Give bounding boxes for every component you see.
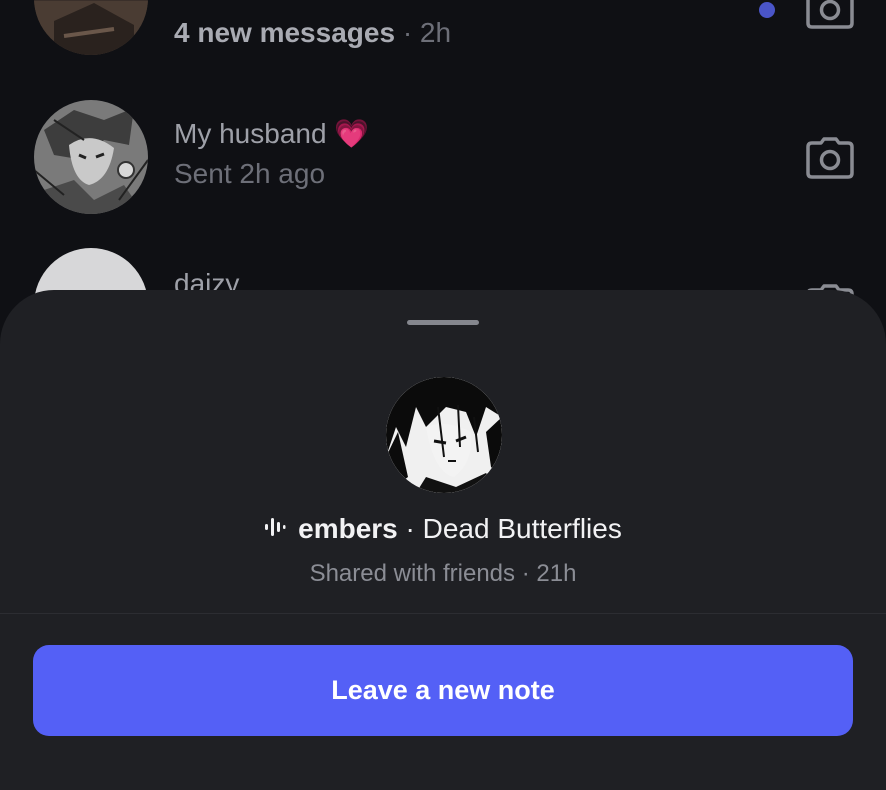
shared-label: Shared with friends [309, 560, 516, 587]
avatar[interactable] [34, 100, 148, 214]
list-item[interactable]: My husband 💗 Sent 2h ago [0, 98, 886, 228]
unread-indicator [759, 2, 775, 18]
message-subtitle: Sent 2h ago [174, 158, 326, 189]
artist-name: embers [298, 513, 398, 544]
separator: · [405, 513, 415, 544]
leave-new-note-button[interactable]: Leave a new note [33, 645, 853, 736]
audio-bars-icon [264, 512, 286, 546]
note-avatar [386, 377, 502, 493]
note-bottom-sheet: embers · Dead Butterflies Shared with fr… [0, 290, 886, 790]
song-title: Dead Butterflies [422, 513, 622, 544]
separator: · [402, 17, 413, 48]
divider [0, 613, 886, 614]
note-song-info: embers · Dead Butterflies [0, 512, 886, 546]
heart-emoji: 💗 [334, 118, 370, 149]
shared-time: 21h [536, 560, 577, 587]
message-subtitle: 4 new messages [174, 17, 396, 48]
message-preview: 4 new messages · 2h [174, 17, 451, 49]
avatar[interactable] [34, 0, 148, 55]
separator: · [521, 560, 530, 587]
message-time: 2h [419, 17, 452, 48]
list-item[interactable]: 4 new messages · 2h [0, 0, 886, 67]
sheet-grabber[interactable] [407, 320, 479, 325]
camera-icon[interactable] [806, 0, 854, 29]
note-visibility-info: Shared with friends · 21h [0, 560, 886, 588]
message-preview: My husband 💗 Sent 2h ago [174, 118, 369, 190]
camera-icon[interactable] [806, 137, 854, 179]
contact-name: My husband [174, 118, 327, 149]
